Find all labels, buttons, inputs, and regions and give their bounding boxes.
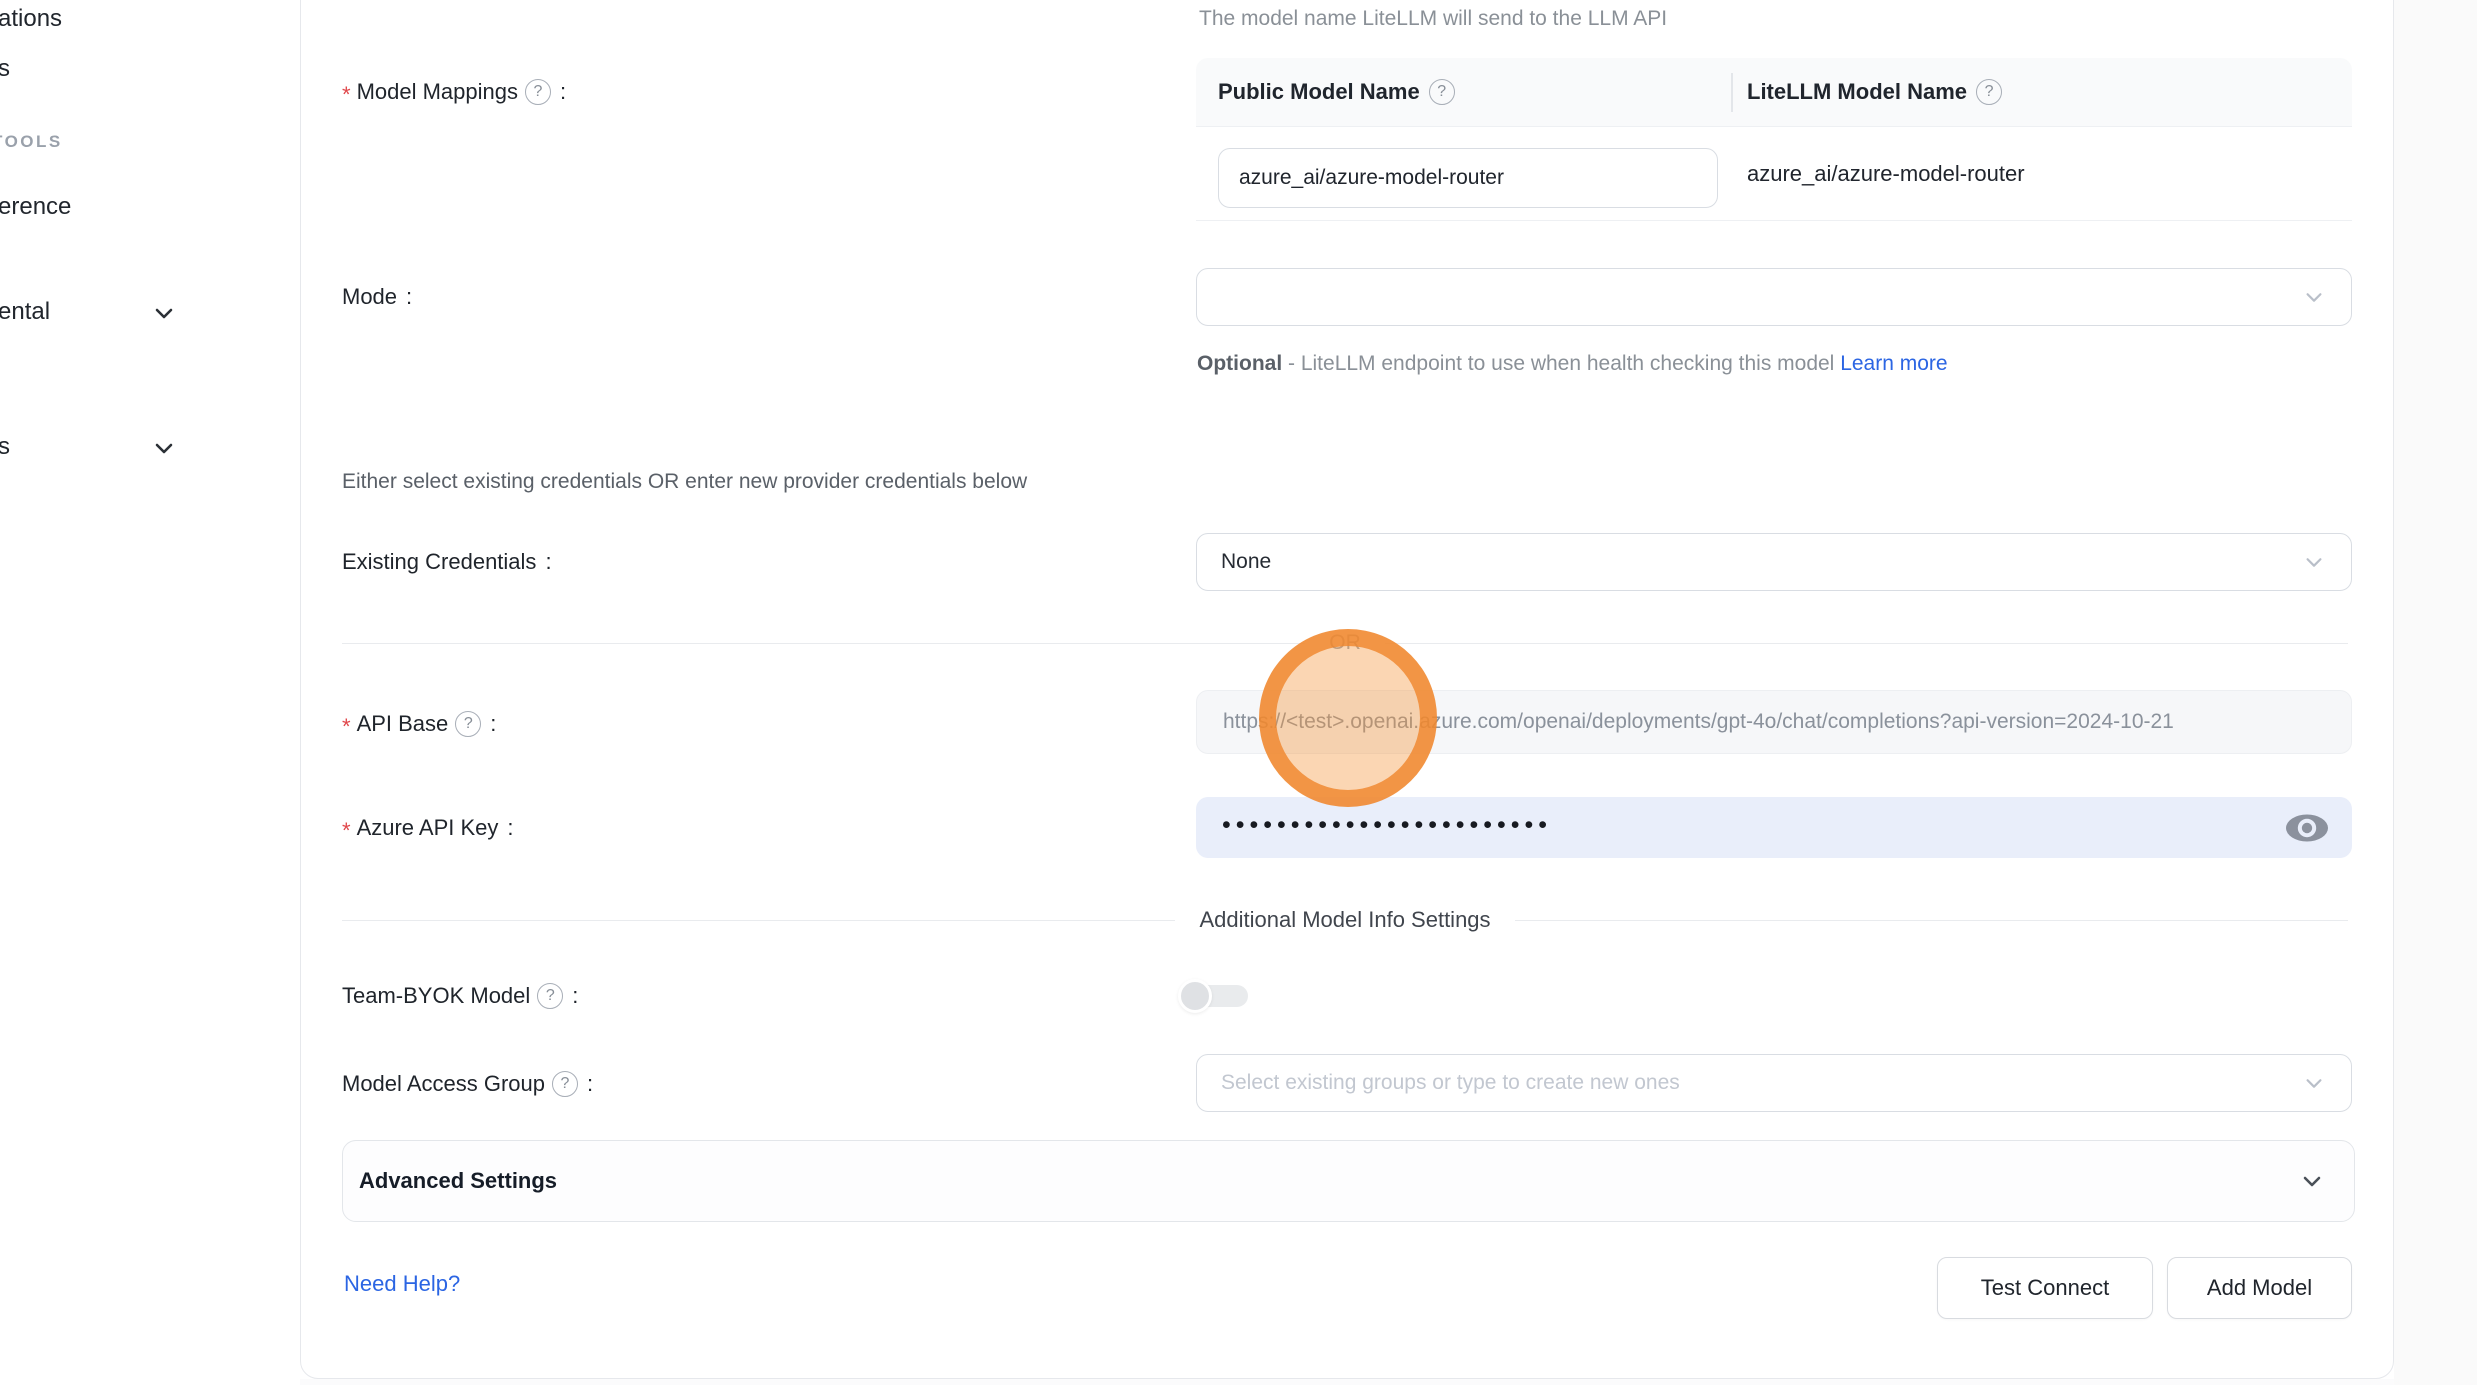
- model-access-group-label: Model Access Group ? :: [342, 1068, 593, 1100]
- model-mappings-table: Public Model Name ? LiteLLM Model Name ?…: [1196, 58, 2352, 221]
- sidebar-item-settings[interactable]: s: [0, 432, 10, 462]
- api-base-input[interactable]: https://<test>.openai.azure.com/openai/d…: [1196, 690, 2352, 754]
- add-model-screen: ations s TOOLS erence ental s The model …: [0, 0, 2477, 1385]
- chevron-down-icon: [2303, 551, 2325, 573]
- page-background-bottom: [300, 1379, 2394, 1385]
- sidebar-section-tools: TOOLS: [0, 131, 63, 153]
- help-circle-icon[interactable]: ?: [455, 711, 481, 737]
- public-model-name-hint: The model name LiteLLM will send to the …: [1199, 6, 1667, 32]
- required-asterisk: *: [342, 79, 351, 111]
- sidebar-item-logs[interactable]: s: [0, 54, 10, 84]
- required-asterisk: *: [342, 711, 351, 743]
- model-mappings-label: * Model Mappings ? :: [342, 76, 566, 108]
- litellm-model-name-value: azure_ai/azure-model-router: [1747, 127, 2025, 221]
- chevron-down-icon: [2300, 1169, 2324, 1193]
- sidebar-item-experimental[interactable]: ental: [0, 297, 50, 327]
- sidebar-item-organizations[interactable]: ations: [0, 4, 62, 34]
- api-base-label: * API Base ? :: [342, 708, 496, 740]
- help-circle-icon[interactable]: ?: [537, 983, 563, 1009]
- column-header-litellm-model-name: LiteLLM Model Name ?: [1731, 58, 2002, 126]
- required-asterisk: *: [342, 815, 351, 847]
- masked-password-value: ••••••••••••••••••••••••: [1222, 813, 1552, 838]
- add-model-button[interactable]: Add Model: [2167, 1257, 2352, 1319]
- page-background: [2394, 0, 2477, 1385]
- table-row: azure_ai/azure-model-router azure_ai/azu…: [1196, 127, 2352, 221]
- azure-api-key-input[interactable]: ••••••••••••••••••••••••: [1196, 797, 2352, 858]
- column-separator: [1731, 73, 1733, 112]
- chevron-down-icon[interactable]: [152, 436, 176, 460]
- team-byok-label: Team-BYOK Model ? :: [342, 980, 578, 1012]
- team-byok-toggle[interactable]: [1178, 979, 1250, 1013]
- help-circle-icon[interactable]: ?: [1429, 79, 1455, 105]
- chevron-down-icon: [2303, 1072, 2325, 1094]
- advanced-settings-header[interactable]: Advanced Settings: [342, 1140, 2355, 1222]
- public-model-name-input[interactable]: azure_ai/azure-model-router: [1218, 148, 1718, 208]
- existing-credentials-label: Existing Credentials:: [342, 546, 552, 578]
- test-connect-button[interactable]: Test Connect: [1937, 1257, 2153, 1319]
- toggle-handle: [1178, 979, 1212, 1013]
- azure-api-key-label: * Azure API Key :: [342, 812, 514, 844]
- need-help-link[interactable]: Need Help?: [344, 1271, 460, 1297]
- mode-select[interactable]: [1196, 268, 2352, 326]
- credentials-note: Either select existing credentials OR en…: [342, 469, 1027, 495]
- eye-icon[interactable]: [2284, 812, 2330, 844]
- chevron-down-icon: [2303, 286, 2325, 308]
- help-circle-icon[interactable]: ?: [1976, 79, 2002, 105]
- help-circle-icon[interactable]: ?: [552, 1071, 578, 1097]
- column-header-public-model-name: Public Model Name ?: [1196, 58, 1731, 126]
- select-placeholder: Select existing groups or type to create…: [1221, 1071, 1680, 1095]
- chevron-down-icon[interactable]: [152, 301, 176, 325]
- or-divider: OR: [342, 629, 2348, 657]
- learn-more-link[interactable]: Learn more: [1840, 352, 1947, 375]
- model-access-group-select[interactable]: Select existing groups or type to create…: [1196, 1054, 2352, 1112]
- mode-helper-text: Optional - LiteLLM endpoint to use when …: [1197, 344, 2035, 384]
- help-circle-icon[interactable]: ?: [525, 79, 551, 105]
- existing-credentials-select[interactable]: None: [1196, 533, 2352, 591]
- table-header-row: Public Model Name ? LiteLLM Model Name ?: [1196, 58, 2352, 127]
- sidebar-item-api-reference[interactable]: erence: [0, 192, 71, 222]
- additional-info-divider: Additional Model Info Settings: [342, 906, 2348, 934]
- mode-label: Mode:: [342, 281, 412, 313]
